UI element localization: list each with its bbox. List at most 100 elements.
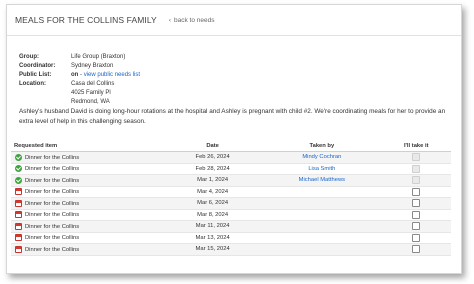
calendar-icon: [15, 234, 22, 242]
item-cell: Dinner for the Collins: [11, 151, 163, 164]
date-cell: Mar 15, 2024: [162, 243, 263, 256]
take-it-checkbox[interactable]: [412, 222, 421, 231]
check-circle-icon: [15, 176, 22, 184]
table-row: Dinner for the Collins Feb 26, 2024 Mindy …: [11, 151, 451, 164]
item-name: Dinner for the Collins: [25, 189, 80, 196]
calendar-icon: [15, 188, 22, 196]
item-name: Dinner for the Collins: [25, 212, 80, 219]
taken-by-cell: [262, 186, 382, 198]
chevron-left-icon: ‹: [168, 16, 171, 24]
item-name: Dinner for the Collins: [25, 246, 80, 253]
item-cell: Dinner for the Collins: [11, 163, 163, 175]
take-it-checkbox: [412, 153, 421, 162]
taken-by-cell: [262, 232, 382, 244]
table-row: Dinner for the Collins Feb 28, 2024 Lisa S…: [11, 163, 451, 175]
taken-by-cell: Mindy Cochran: [262, 151, 382, 164]
item-cell: Dinner for the Collins: [11, 232, 163, 244]
calendar-icon: [15, 222, 22, 230]
location-line-3: Redmond, WA: [71, 99, 110, 105]
take-it-cell: [381, 163, 451, 175]
public-list-value: on - view public needs list: [71, 71, 140, 80]
date-cell: Mar 11, 2024: [162, 220, 263, 233]
take-it-checkbox[interactable]: [412, 187, 421, 196]
taken-by-link[interactable]: Mindy Cochran: [302, 154, 341, 160]
col-ill-take-it: I'll take it: [381, 141, 451, 152]
back-to-needs-link[interactable]: ‹ back to needs: [169, 17, 215, 24]
check-circle-icon: [15, 153, 22, 161]
location-row: Location: Casa del Collins 4025 Family P…: [19, 80, 140, 107]
take-it-cell: [381, 174, 451, 187]
page-header: MEALS FOR THE COLLINS FAMILY ‹ back to ne…: [7, 5, 461, 36]
item-name: Dinner for the Collins: [25, 154, 80, 161]
take-it-cell: [381, 220, 451, 233]
item-cell: Dinner for the Collins: [11, 243, 163, 256]
public-list-row: Public List: on - view public needs list: [19, 71, 140, 80]
take-it-checkbox: [412, 176, 421, 185]
item-cell: Dinner for the Collins: [11, 220, 163, 233]
needs-table: Requested item Date Taken by I'll take i…: [11, 141, 451, 256]
table-row: Dinner for the Collins Mar 1, 2024 Michael…: [11, 174, 451, 187]
taken-by-cell: [262, 209, 382, 221]
need-details: Group: Life Group (Braxton) Coordinator:…: [19, 53, 140, 107]
coordinator-row: Coordinator: Sydney Braxton: [19, 62, 140, 71]
item-name: Dinner for the Collins: [25, 223, 80, 230]
date-cell: Feb 28, 2024: [162, 163, 263, 175]
take-it-checkbox[interactable]: [412, 199, 421, 208]
col-taken-by: Taken by: [262, 141, 382, 152]
public-list-label: Public List:: [19, 72, 52, 78]
taken-by-link[interactable]: Lisa Smith: [308, 166, 335, 172]
take-it-checkbox[interactable]: [412, 245, 421, 254]
take-it-checkbox[interactable]: [412, 210, 421, 219]
location-label: Location:: [19, 81, 46, 87]
location-line-2: 4025 Family Pl: [71, 90, 111, 96]
location-line-1: Casa del Collins: [71, 81, 115, 87]
taken-by-cell: [262, 243, 382, 256]
need-description: Ashley's husband David is doing long-hou…: [19, 108, 446, 125]
location-address: Casa del Collins 4025 Family Pl Redmond,…: [71, 80, 114, 107]
calendar-icon: [15, 211, 22, 219]
table-row: Dinner for the Collins Mar 8, 2024: [11, 209, 451, 221]
date-cell: Mar 6, 2024: [162, 197, 263, 210]
taken-by-cell: Lisa Smith: [262, 163, 382, 175]
coordinator-link[interactable]: Sydney Braxton: [71, 62, 113, 71]
calendar-icon: [15, 245, 22, 253]
date-cell: Mar 13, 2024: [162, 232, 263, 244]
table-row: Dinner for the Collins Mar 11, 2024: [11, 220, 451, 233]
taken-by-cell: [262, 220, 382, 233]
take-it-cell: [381, 232, 451, 244]
check-circle-icon: [15, 165, 22, 173]
date-cell: Feb 26, 2024: [162, 151, 263, 164]
table-row: Dinner for the Collins Mar 15, 2024: [11, 243, 451, 256]
group-link[interactable]: Life Group (Braxton): [71, 53, 125, 62]
take-it-cell: [381, 243, 451, 256]
item-cell: Dinner for the Collins: [11, 186, 163, 198]
taken-by-cell: [262, 197, 382, 210]
take-it-checkbox[interactable]: [412, 233, 421, 242]
col-date: Date: [162, 141, 263, 152]
take-it-cell: [381, 209, 451, 221]
date-cell: Mar 1, 2024: [162, 174, 263, 187]
page-title: MEALS FOR THE COLLINS FAMILY: [15, 15, 157, 25]
needs-card: MEALS FOR THE COLLINS FAMILY ‹ back to ne…: [6, 4, 462, 274]
item-cell: Dinner for the Collins: [11, 197, 163, 210]
group-row: Group: Life Group (Braxton): [19, 53, 140, 62]
item-cell: Dinner for the Collins: [11, 174, 163, 187]
taken-by-cell: Michael Matthews: [262, 174, 382, 187]
col-requested-item: Requested item: [11, 141, 163, 152]
date-cell: Mar 8, 2024: [162, 209, 263, 221]
item-cell: Dinner for the Collins: [11, 209, 163, 221]
table-row: Dinner for the Collins Mar 4, 2024: [11, 186, 451, 198]
item-name: Dinner for the Collins: [25, 200, 80, 207]
take-it-cell: [381, 151, 451, 164]
calendar-icon: [15, 199, 22, 207]
item-name: Dinner for the Collins: [25, 177, 80, 184]
group-label: Group:: [19, 54, 39, 60]
view-public-list-link[interactable]: view public needs list: [84, 72, 140, 78]
date-cell: Mar 4, 2024: [162, 186, 263, 198]
taken-by-link[interactable]: Michael Matthews: [299, 177, 345, 183]
table-row: Dinner for the Collins Mar 6, 2024: [11, 197, 451, 210]
table-header-row: Requested item Date Taken by I'll take i…: [11, 141, 451, 152]
item-name: Dinner for the Collins: [25, 235, 80, 242]
take-it-checkbox: [412, 164, 421, 173]
coordinator-label: Coordinator:: [19, 63, 56, 69]
